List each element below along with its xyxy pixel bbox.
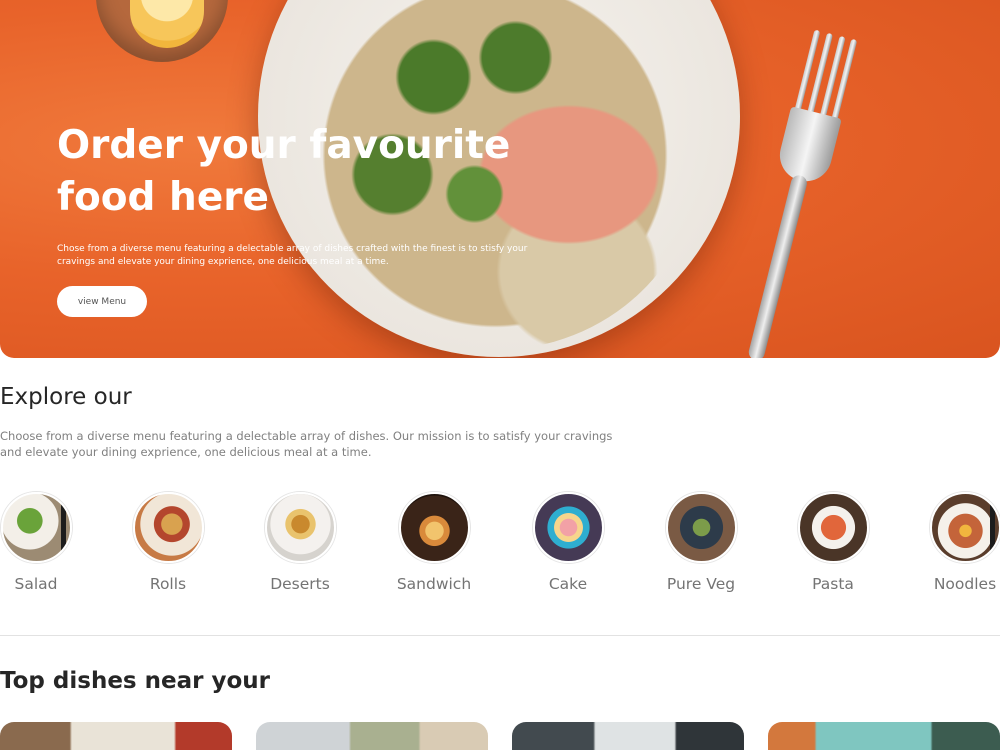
menu-item-deserts[interactable]: Deserts xyxy=(250,492,350,593)
menu-item-pure-veg[interactable]: Pure Veg xyxy=(651,492,751,593)
hero-banner: Order your favourite food here Chose fro… xyxy=(0,0,1000,358)
menu-item-label: Pure Veg xyxy=(666,575,736,593)
view-menu-button[interactable]: view Menu xyxy=(57,286,147,317)
dish-card[interactable] xyxy=(0,722,232,750)
menu-item-label: Cake xyxy=(548,575,588,593)
cake-image xyxy=(532,492,604,563)
salad-image xyxy=(0,492,72,563)
dish-card[interactable] xyxy=(512,722,744,750)
menu-category-list: Salad Rolls Deserts Sandwich Cake Pure V… xyxy=(0,492,1000,602)
hero-title: Order your favourite food here xyxy=(57,123,511,220)
menu-item-cake[interactable]: Cake xyxy=(518,492,618,593)
dish-card-list xyxy=(0,722,1000,750)
menu-item-label: Sandwich xyxy=(396,575,472,593)
menu-item-label: Salad xyxy=(14,575,58,593)
dish-card[interactable] xyxy=(768,722,1000,750)
menu-item-label: Noodles xyxy=(933,575,997,593)
pasta-image xyxy=(797,492,869,563)
deserts-image xyxy=(264,492,336,563)
hero-description: Chose from a diverse menu featuring a de… xyxy=(57,244,528,267)
menu-item-rolls[interactable]: Rolls xyxy=(118,492,218,593)
menu-item-label: Rolls xyxy=(149,575,187,593)
explore-title: Explore our xyxy=(0,384,132,410)
sandwich-image xyxy=(398,492,470,563)
menu-item-noodles[interactable]: Noodles xyxy=(915,492,1000,593)
menu-item-salad[interactable]: Salad xyxy=(0,492,86,593)
menu-item-sandwich[interactable]: Sandwich xyxy=(384,492,484,593)
pure-veg-image xyxy=(665,492,737,563)
dish-card[interactable] xyxy=(256,722,488,750)
noodles-image xyxy=(929,492,1000,563)
rolls-image xyxy=(132,492,204,563)
fork-image xyxy=(731,29,861,358)
section-divider xyxy=(0,635,1000,636)
menu-item-label: Deserts xyxy=(270,575,330,593)
top-dishes-title: Top dishes near your xyxy=(0,668,270,694)
menu-item-label: Pasta xyxy=(812,575,854,593)
menu-item-pasta[interactable]: Pasta xyxy=(783,492,883,593)
explore-description: Choose from a diverse menu featuring a d… xyxy=(0,429,613,459)
